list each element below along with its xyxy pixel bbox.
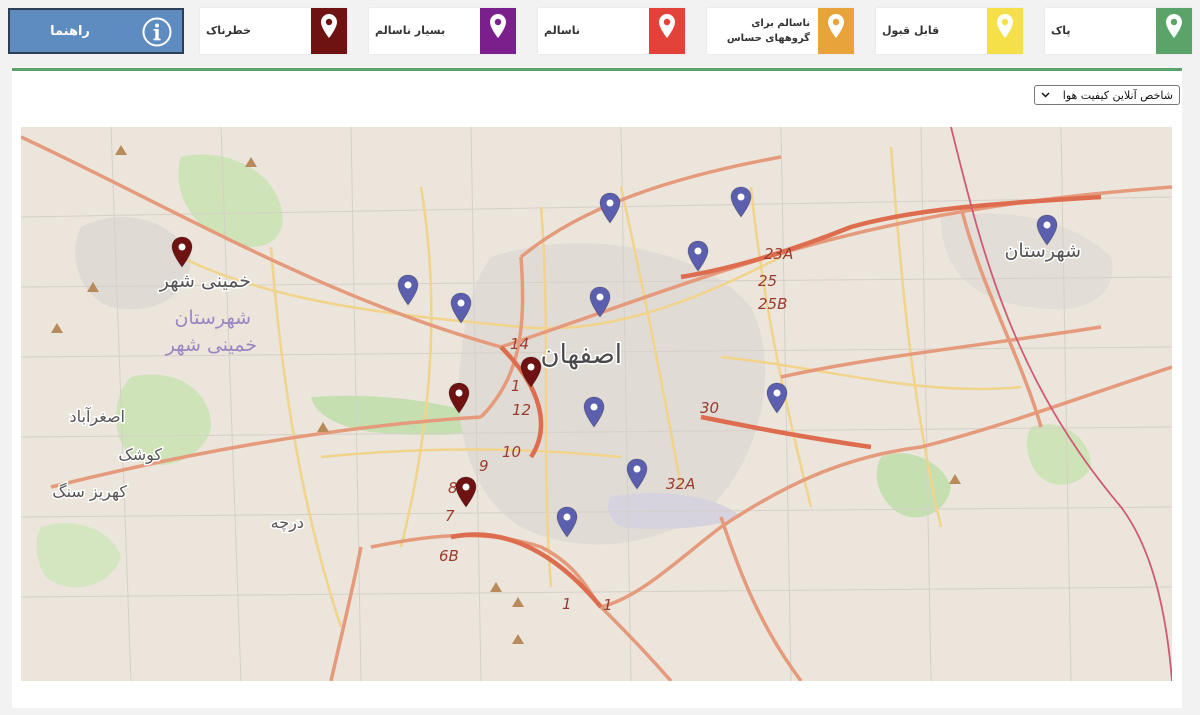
map-pin-icon <box>828 14 844 38</box>
road-label-7: 7 <box>445 507 455 525</box>
map-pin-icon <box>321 14 337 38</box>
map-panel: شاخص آنلاین کیفیت هوا اصفهان خمینی شهر ش… <box>12 68 1182 708</box>
map-label-isfahan: اصفهان <box>541 340 622 370</box>
map-label-shahrestan-east: شهرستان <box>1004 240 1081 262</box>
legend-label-unhealthy: ناسالم <box>544 23 580 37</box>
road-label-10: 10 <box>502 443 521 461</box>
legend-swatch-clean <box>1156 8 1192 54</box>
road-label-9: 9 <box>479 457 489 475</box>
info-icon <box>142 17 172 47</box>
road-label-14: 14 <box>510 335 529 353</box>
legend-label-very-unhealthy: بسیار ناسالم <box>375 23 446 37</box>
legend-item-acceptable: قابل قبول <box>876 8 1023 54</box>
map-pin-icon <box>997 14 1013 38</box>
legend-swatch-acceptable <box>987 8 1023 54</box>
road-label-23a: 23A <box>764 245 793 263</box>
map-pin-icon <box>659 14 675 38</box>
map-pin-icon <box>490 14 506 38</box>
map-canvas[interactable]: اصفهان خمینی شهر شهرستان خمینی شهر شهرست… <box>21 127 1172 681</box>
index-select[interactable]: شاخص آنلاین کیفیت هوا <box>1034 85 1180 105</box>
legend-label-unhealthy-sensitive: ناسالم برای گروههای حساس <box>726 18 810 44</box>
road-label-6b: 6B <box>439 547 459 565</box>
road-label-25: 25 <box>758 272 777 290</box>
road-label-30: 30 <box>700 399 719 417</box>
legend-label-hazardous: خطرناک <box>206 23 252 37</box>
legend-item-clean: پاک <box>1045 8 1192 54</box>
map-label-khomeinishahr: خمینی شهر <box>159 270 251 292</box>
index-select-value: شاخص آنلاین کیفیت هوا <box>1062 88 1173 102</box>
legend-label-clean: پاک <box>1051 23 1071 37</box>
map-label-esfarabad: اصغرآباد <box>70 407 125 427</box>
road-label-12: 12 <box>512 401 531 419</box>
road-label-32a: 32A <box>666 475 695 493</box>
guide-button-label: راهنما <box>50 23 90 39</box>
legend-swatch-unhealthy <box>649 8 685 54</box>
road-label-1a: 1 <box>562 595 572 613</box>
map-label-darcheh: درچه <box>271 513 304 533</box>
guide-button[interactable]: راهنما <box>8 8 184 54</box>
chevron-down-icon <box>1041 92 1050 98</box>
map-label-shahrestan-2: خمینی شهر <box>165 334 257 356</box>
legend-label-acceptable: قابل قبول <box>882 23 940 37</box>
map-label-kushk: کوشک <box>118 445 162 465</box>
map-label-kahriz-sang: کهریز سنگ <box>52 482 127 502</box>
legend-item-unhealthy-sensitive: ناسالم برای گروههای حساس <box>707 8 854 54</box>
map-view[interactable]: اصفهان خمینی شهر شهرستان خمینی شهر شهرست… <box>21 127 1172 681</box>
legend-swatch-very-unhealthy <box>480 8 516 54</box>
air-quality-legend: پاک قابل قبول ناسالم برای گروههای حساس ن… <box>0 0 1200 62</box>
road-label-25b: 25B <box>758 295 787 313</box>
map-pin-icon <box>1166 14 1182 38</box>
road-label-1b: 1 <box>603 596 613 614</box>
legend-swatch-hazardous <box>311 8 347 54</box>
road-label-1x: 1 <box>511 377 521 395</box>
map-label-shahrestan-1: شهرستان <box>174 307 251 329</box>
legend-swatch-unhealthy-sensitive <box>818 8 854 54</box>
legend-item-very-unhealthy: بسیار ناسالم <box>369 8 516 54</box>
legend-item-hazardous: خطرناک <box>200 8 347 54</box>
legend-item-unhealthy: ناسالم <box>538 8 685 54</box>
